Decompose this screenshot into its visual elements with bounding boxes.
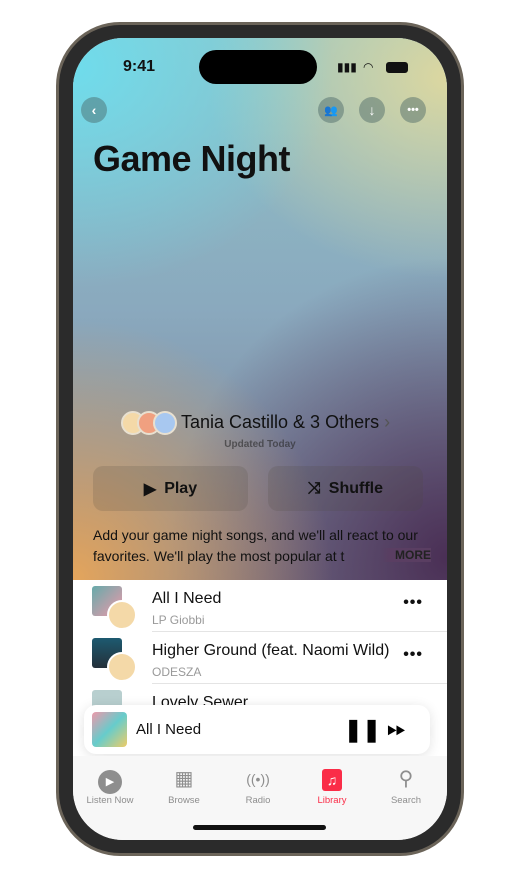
song-artist: LP Giobbi <box>152 613 205 627</box>
collaborators-link[interactable]: Tania Castillo & 3 Others › <box>181 412 390 433</box>
playlist-title: Game Night <box>93 138 291 179</box>
more-options-button[interactable]: ••• <box>400 97 426 123</box>
battery-icon <box>386 62 408 73</box>
tab-label: Search <box>390 795 422 806</box>
grid-icon: ▦ <box>174 768 194 790</box>
people-button[interactable]: 👥 <box>318 97 344 123</box>
shuffle-button[interactable]: ⤨ Shuffle <box>268 466 423 511</box>
song-title: Higher Ground (feat. Naomi Wild) <box>152 642 390 659</box>
shuffle-icon: ⤨ <box>307 479 321 497</box>
tab-label: Library <box>317 795 347 806</box>
chevron-right-icon: › <box>384 412 391 432</box>
play-icon: ▶ <box>143 480 157 498</box>
play-button[interactable]: ▶ Play <box>93 466 248 511</box>
collaborator-avatars[interactable] <box>121 411 177 435</box>
tab-radio[interactable]: ((•)) Radio <box>221 766 295 806</box>
play-circle-icon: ▶ <box>73 766 147 794</box>
owners-text: Tania Castillo & 3 Others <box>181 412 380 432</box>
updated-label: Updated Today <box>224 439 296 450</box>
song-more-button[interactable]: ••• <box>403 594 423 612</box>
song-title: All I Need <box>152 590 222 607</box>
song-row[interactable]: Higher Ground (feat. Naomi Wild) ODESZA … <box>73 632 447 684</box>
back-button[interactable]: ‹ <box>81 97 107 123</box>
home-indicator <box>193 825 326 830</box>
radio-waves-icon: ((•)) <box>246 771 270 787</box>
search-icon: ⚲ <box>398 768 414 790</box>
tab-search[interactable]: ⚲ Search <box>369 766 443 806</box>
play-label: Play <box>164 479 198 497</box>
tab-library[interactable]: ♫ Library <box>295 766 369 806</box>
song-more-button[interactable]: ••• <box>403 646 423 664</box>
screen: 9:41 ▮▮▮ ◠ ‹ 👥 ↓ ••• Game Night Tania Ca… <box>73 38 447 840</box>
status-time: 9:41 <box>123 58 156 75</box>
tab-label: Radio <box>245 795 271 806</box>
signal-icon: ▮▮▮ <box>337 60 357 74</box>
mini-player[interactable]: All I Need ❚❚ ⏩︎ <box>84 705 430 754</box>
avatar <box>153 411 177 435</box>
song-artist: ODESZA <box>152 665 202 679</box>
shuffle-label: Shuffle <box>328 479 384 497</box>
song-row[interactable]: All I Need LP Giobbi ••• <box>73 580 447 632</box>
pause-button[interactable]: ❚❚ <box>344 717 381 743</box>
more-link[interactable]: MORE <box>381 548 431 562</box>
tab-label: Listen Now <box>86 795 134 806</box>
now-playing-title: All I Need <box>136 721 202 738</box>
forward-button[interactable]: ⏩︎ <box>387 715 406 743</box>
tab-listen-now[interactable]: ▶ Listen Now <box>73 766 147 806</box>
dynamic-island <box>199 50 317 84</box>
reaction-avatar <box>107 600 137 630</box>
wifi-icon: ◠ <box>363 60 374 74</box>
music-note-icon: ♫ <box>295 766 369 792</box>
now-playing-art <box>92 712 127 747</box>
download-button[interactable]: ↓ <box>359 97 385 123</box>
tab-label: Browse <box>168 795 200 806</box>
reaction-avatar <box>107 652 137 682</box>
tab-browse[interactable]: ▦ Browse <box>147 766 221 806</box>
